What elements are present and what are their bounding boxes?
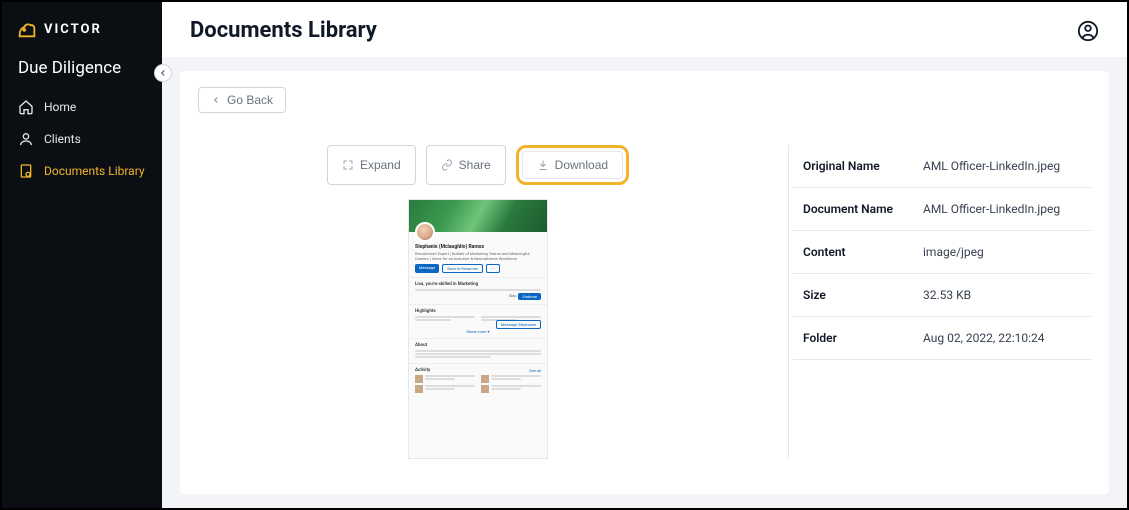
home-icon: [18, 99, 34, 115]
expand-button[interactable]: Expand: [327, 145, 416, 185]
thumb-activity: Activity See all: [409, 363, 547, 397]
meta-key: Content: [803, 245, 923, 259]
sidebar-item-clients[interactable]: Clients: [2, 124, 162, 154]
meta-row-size: Size 32.53 KB: [793, 274, 1091, 317]
documents-icon: [18, 163, 34, 179]
link-icon: [441, 159, 453, 171]
expand-label: Expand: [360, 158, 401, 172]
content-area: Go Back Expand Share: [162, 57, 1127, 508]
meta-val: Aug 02, 2022, 22:10:24: [923, 331, 1045, 345]
preview-actions: Expand Share Download: [327, 145, 629, 185]
meta-row-folder: Folder Aug 02, 2022, 22:10:24: [793, 317, 1091, 360]
expand-icon: [342, 159, 354, 171]
document-thumbnail[interactable]: Stephanie (Mclaughlin) Ramos Recruitment…: [408, 199, 548, 459]
nav: Home Clients Documents Library: [2, 92, 162, 186]
meta-row-document-name: Document Name AML Officer-LinkedIn.jpeg: [793, 188, 1091, 231]
thumb-headline: Recruitment Expert | Builder of Marketin…: [415, 251, 541, 261]
meta-key: Original Name: [803, 159, 923, 173]
thumb-buttons: Message Save to Resumes ⋯: [415, 264, 541, 273]
download-button[interactable]: Download: [522, 151, 623, 179]
metadata-column: Original Name AML Officer-LinkedIn.jpeg …: [788, 145, 1091, 459]
person-icon: [18, 131, 34, 147]
brand-logo: VICTOR: [2, 14, 162, 52]
meta-key: Document Name: [803, 202, 923, 216]
sidebar-item-documents-library[interactable]: Documents Library: [2, 156, 162, 186]
profile-icon[interactable]: [1077, 20, 1099, 42]
meta-val: AML Officer-LinkedIn.jpeg: [923, 159, 1060, 173]
chevron-left-icon: [211, 95, 221, 105]
meta-row-content: Content image/jpeg: [793, 231, 1091, 274]
topbar: Documents Library: [162, 2, 1127, 57]
meta-key: Size: [803, 288, 923, 302]
thumb-cover: [409, 200, 547, 232]
thumb-skills: Lisa, you're skilled in Marketing Skip E…: [409, 277, 547, 304]
thumb-profile-name: Stephanie (Mclaughlin) Ramos: [415, 244, 541, 250]
meta-val: AML Officer-LinkedIn.jpeg: [923, 202, 1060, 216]
sidebar-collapse-button[interactable]: [154, 64, 172, 82]
meta-val: 32.53 KB: [923, 288, 971, 302]
brand-name: VICTOR: [44, 22, 102, 37]
nav-label: Documents Library: [44, 164, 145, 178]
thumb-save-btn: Save to Resumes: [442, 264, 483, 273]
lion-icon: [16, 18, 38, 40]
sidebar: VICTOR Due Diligence Home Clients Docume: [2, 2, 162, 508]
section-title: Due Diligence: [2, 52, 162, 92]
thumb-about: About: [409, 338, 547, 363]
card: Go Back Expand Share: [180, 71, 1109, 494]
app-root: VICTOR Due Diligence Home Clients Docume: [0, 0, 1129, 510]
thumb-highlights: Highlights Message Stephanie Show more ▾: [409, 304, 547, 338]
share-label: Share: [459, 158, 491, 172]
nav-label: Home: [44, 100, 76, 114]
meta-val: image/jpeg: [923, 245, 984, 259]
document-body: Expand Share Download: [198, 145, 1091, 459]
main: Documents Library Go Back Expand: [162, 2, 1127, 508]
go-back-button[interactable]: Go Back: [198, 87, 286, 113]
sidebar-item-home[interactable]: Home: [2, 92, 162, 122]
download-highlight: Download: [516, 145, 629, 185]
download-icon: [537, 159, 549, 171]
page-title: Documents Library: [190, 18, 377, 43]
meta-row-original-name: Original Name AML Officer-LinkedIn.jpeg: [793, 145, 1091, 188]
thumb-avatar: [415, 222, 435, 242]
chevron-left-icon: [158, 68, 168, 78]
thumb-message-btn: Message: [415, 264, 439, 273]
meta-key: Folder: [803, 331, 923, 345]
thumb-more-btn: ⋯: [486, 264, 500, 273]
share-button[interactable]: Share: [426, 145, 506, 185]
preview-column: Expand Share Download: [198, 145, 758, 459]
go-back-label: Go Back: [227, 93, 273, 107]
download-label: Download: [555, 158, 608, 172]
nav-label: Clients: [44, 132, 81, 146]
